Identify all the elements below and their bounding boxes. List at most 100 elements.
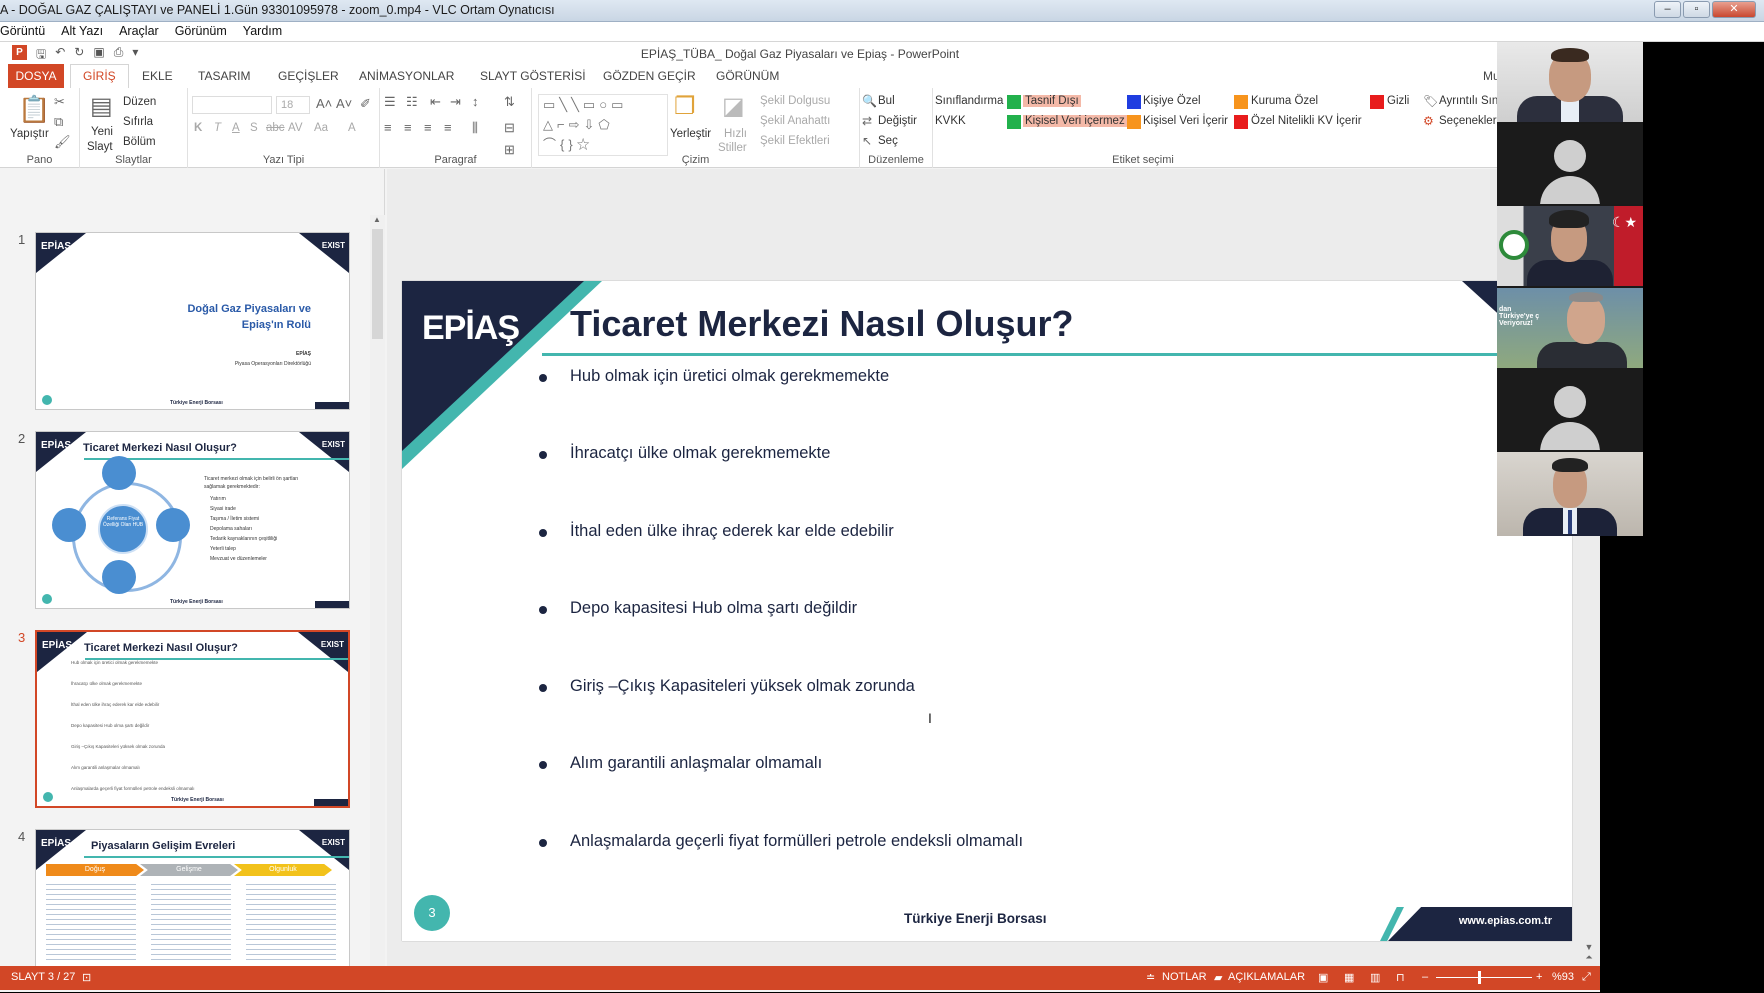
quick-styles-label-2[interactable]: Stiller [718,142,747,154]
slide-bullet-1[interactable]: Hub olmak için üretici olmak gerekmemekt… [570,367,889,386]
menu-araclar[interactable]: Araçlar [111,22,167,41]
quick-styles-label-1[interactable]: Hızlı [724,128,747,140]
shape-outline-button[interactable]: Şekil Anahattı [760,115,830,127]
scroll-down-icon[interactable]: ▼ [1582,942,1596,952]
shapes-gallery[interactable]: ▭╲╲▭○▭ △⌐⇨⇩⬠ ⌒{}☆ [538,94,668,156]
minimize-button[interactable]: – [1654,1,1681,18]
decrease-indent-icon[interactable]: ⇤ [430,94,441,110]
quick-styles-icon[interactable]: ◪ [722,92,745,121]
cut-icon[interactable]: ✂ [54,94,65,110]
tab-gecisler[interactable]: GEÇİŞLER [278,69,339,83]
replace-icon[interactable]: ⇄ [862,114,872,128]
select-icon[interactable]: ↖ [862,134,872,148]
layout-button[interactable]: Düzen [123,96,156,108]
slide-thumbnail-1[interactable]: EPİAŞ EXIST Doğal Gaz Piyasaları ve Epia… [35,232,350,410]
maximize-button[interactable]: ▫ [1683,1,1710,18]
fit-slide-icon[interactable]: ⤢ [1582,971,1591,984]
italic-button[interactable]: T [214,122,221,134]
tab-giris[interactable]: GİRİŞ [70,64,129,88]
font-name-dropdown[interactable] [192,96,272,114]
slide-bullet-2[interactable]: İhracatçı ülke olmak gerekmemekte [570,444,830,463]
participant-video-3[interactable]: ☾★ [1497,206,1643,286]
font-size-dropdown[interactable]: 18 [276,96,310,114]
line-spacing-icon[interactable]: ↕ [472,94,479,109]
menu-yardim[interactable]: Yardım [235,22,290,41]
tab-animasyonlar[interactable]: ANİMASYONLAR [359,69,454,83]
slide-bullet-5[interactable]: Giriş –Çıkış Kapasiteleri yüksek olmak z… [570,677,915,696]
participant-video-1[interactable] [1497,42,1643,122]
participant-video-4[interactable]: dan Türkiye'ye ç Veriyoruz! [1497,288,1643,368]
shape-fill-button[interactable]: Şekil Dolgusu [760,95,830,107]
paste-icon[interactable]: 📋 [18,94,50,125]
zoom-out-icon[interactable]: – [1422,971,1428,983]
underline-button[interactable]: A [232,122,240,134]
zoom-level[interactable]: %93 [1552,971,1574,983]
tag-tasnif-disi[interactable]: Tasnif Dışı [1023,95,1081,107]
options-button[interactable]: Seçenekler [1439,115,1497,127]
menu-gorunum[interactable]: Görünüm [167,22,235,41]
bullets-icon[interactable]: ☰ [384,94,396,110]
tag-gizli[interactable]: Gizli [1387,95,1409,107]
slideshow-view-icon[interactable]: ⊓ [1396,971,1405,984]
numbering-icon[interactable]: ☷ [406,94,418,110]
shadow-button[interactable]: S [250,122,258,134]
tag-ozel-nitelikli[interactable]: Özel Nitelikli KV İçerir [1251,115,1362,127]
columns-icon[interactable]: ⫼ [472,120,478,136]
tab-ekle[interactable]: EKLE [142,69,173,83]
strikethrough-button[interactable]: abc [266,122,285,134]
align-right-icon[interactable]: ≡ [424,120,432,135]
new-slide-icon[interactable]: ▤ [90,92,113,121]
char-spacing-button[interactable]: AV [288,122,303,134]
spellcheck-icon[interactable]: ⊡ [82,971,91,984]
font-color-button[interactable]: A [348,122,356,134]
tab-tasarim[interactable]: TASARIM [198,69,250,83]
tab-dosya[interactable]: DOSYA [8,64,64,88]
participant-video-5[interactable] [1497,370,1643,450]
tab-slayt-gosterisi[interactable]: SLAYT GÖSTERİSİ [480,69,586,83]
copy-icon[interactable]: ⧉ [54,114,63,130]
slide-bullet-6[interactable]: Alım garantili anlaşmalar olmamalı [570,754,822,773]
prev-slide-icon[interactable]: ⏶ [1582,952,1596,963]
arrange-button[interactable]: Yerleştir [670,128,711,140]
reading-view-icon[interactable]: ▥ [1370,971,1380,984]
format-painter-icon[interactable]: 🖌 [54,134,71,150]
bold-button[interactable]: K [194,122,202,134]
slide-sorter-icon[interactable]: ▦ [1344,971,1354,984]
normal-view-icon[interactable]: ▣ [1318,971,1328,984]
grow-font-icon[interactable]: A˄ [316,96,332,111]
slide-bullet-7[interactable]: Anlaşmalarda geçerli fiyat formülleri pe… [570,832,1023,851]
tag-kisisel-veri-icerir[interactable]: Kişisel Veri İçerir [1143,115,1228,127]
replace-button[interactable]: Değiştir [878,115,917,127]
detailed-classification-icon[interactable]: 🏷 [1423,94,1438,108]
slide-thumbnail-3[interactable]: EPİAŞ EXIST Ticaret Merkezi Nasıl Oluşur… [35,630,350,808]
align-center-icon[interactable]: ≡ [404,120,412,135]
align-left-icon[interactable]: ≡ [384,120,392,135]
detailed-classification-button[interactable]: Ayrıntılı Sın [1439,95,1498,107]
zoom-slider-knob[interactable] [1478,971,1482,984]
menu-alt-yazi[interactable]: Alt Yazı [53,22,111,41]
change-case-button[interactable]: Aa [314,122,328,134]
zoom-slider[interactable] [1436,977,1532,978]
arrange-icon[interactable]: ❐ [674,92,696,121]
justify-icon[interactable]: ≡ [444,120,452,135]
slide-thumbnail-2[interactable]: EPİAŞ EXIST Ticaret Merkezi Nasıl Oluşur… [35,431,350,609]
menu-goruntu[interactable]: Görüntü [0,22,53,41]
slide-bullet-4[interactable]: Depo kapasitesi Hub olma şartı değildir [570,599,857,618]
tag-kuruma-ozel[interactable]: Kuruma Özel [1251,95,1318,107]
comments-button[interactable]: AÇIKLAMALAR [1228,971,1305,983]
zoom-in-icon[interactable]: + [1536,971,1542,983]
close-button[interactable]: ✕ [1712,1,1756,18]
participant-video-6[interactable] [1497,452,1643,536]
comments-icon[interactable]: ▰ [1214,971,1222,984]
section-button[interactable]: Bölüm [123,136,156,148]
align-text-icon[interactable]: ⊟ [504,120,515,136]
tab-gorunum[interactable]: GÖRÜNÜM [716,69,779,83]
find-icon[interactable]: 🔍 [862,94,877,108]
options-icon[interactable]: ⚙ [1423,114,1434,128]
new-slide-label-1[interactable]: Yeni [91,126,113,138]
increase-indent-icon[interactable]: ⇥ [450,94,461,110]
notes-button[interactable]: NOTLAR [1162,971,1207,983]
find-button[interactable]: Bul [878,95,895,107]
tag-kisisel-veri-icermez[interactable]: Kişisel Veri içermez [1023,115,1127,127]
current-slide[interactable]: EPİAŞ E Ticaret Merkezi Nasıl Oluşur? Hu… [402,281,1572,941]
